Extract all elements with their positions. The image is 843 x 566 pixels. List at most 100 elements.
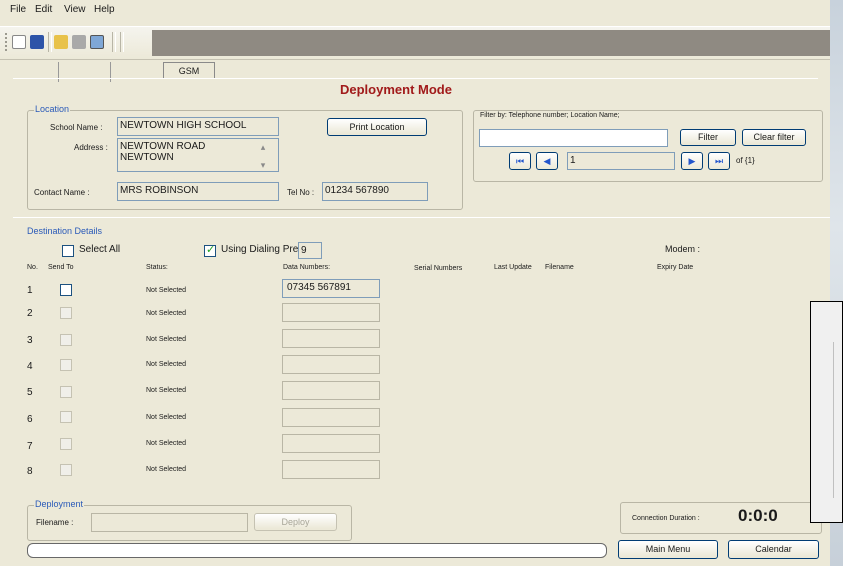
row-status: Not Selected <box>146 336 187 343</box>
row-status: Not Selected <box>146 466 187 473</box>
print-location-button[interactable]: Print Location <box>327 118 427 136</box>
new-file-icon[interactable] <box>12 35 26 49</box>
next-icon: ▶ <box>688 156 696 166</box>
send-to-checkbox[interactable] <box>60 464 72 476</box>
col-no: No. <box>27 264 38 271</box>
check-icon: ✓ <box>206 244 216 256</box>
record-number-field[interactable]: 1 <box>567 152 675 170</box>
tel-no-field[interactable]: 01234 567890 <box>322 182 428 201</box>
select-all-label[interactable]: Select All <box>79 244 120 255</box>
contact-name-label: Contact Name : <box>34 188 90 197</box>
toolbar-separator <box>112 32 116 52</box>
data-number-field[interactable] <box>282 355 380 374</box>
print-preview-icon[interactable] <box>90 35 104 49</box>
data-number-field[interactable] <box>282 303 380 322</box>
print-icon[interactable] <box>72 35 86 49</box>
data-number-field[interactable]: 07345 567891 <box>282 279 380 298</box>
open-folder-icon[interactable] <box>54 35 68 49</box>
address-line-2: NEWTOWN <box>120 152 174 163</box>
filter-label: Filter by: Telephone number; Location Na… <box>480 112 620 119</box>
row-number: 6 <box>27 414 33 425</box>
menu-edit[interactable]: Edit <box>35 4 52 15</box>
data-number-field[interactable] <box>282 408 380 427</box>
save-icon[interactable] <box>30 35 44 49</box>
tab-blank-1[interactable] <box>58 62 59 82</box>
col-serial-numbers: Serial Numbers <box>414 265 463 272</box>
tel-no-label: Tel No : <box>287 188 315 197</box>
side-panel <box>810 301 843 523</box>
menu-help[interactable]: Help <box>94 4 115 15</box>
row-number: 8 <box>27 466 33 477</box>
menu-file[interactable]: File <box>10 4 26 15</box>
last-record-button[interactable]: ⏭ <box>708 152 730 170</box>
clear-filter-button[interactable]: Clear filter <box>742 129 806 146</box>
previous-icon: ◀ <box>543 156 551 166</box>
address-label: Address : <box>74 143 108 152</box>
calendar-button[interactable]: Calendar <box>728 540 819 559</box>
page-title: Deployment Mode <box>340 82 452 97</box>
select-all-checkbox[interactable] <box>62 245 74 257</box>
section-divider <box>13 217 830 218</box>
destination-legend: Destination Details <box>26 226 104 236</box>
filter-button[interactable]: Filter <box>680 129 736 146</box>
tab-divider <box>13 78 818 79</box>
toolbar-empty-area <box>152 30 830 56</box>
filter-input[interactable] <box>479 129 668 147</box>
toolbar-grip <box>5 33 9 51</box>
scroll-down-icon[interactable]: ▾ <box>256 159 270 171</box>
row-status: Not Selected <box>146 414 187 421</box>
col-expiry-date: Expiry Date <box>657 264 694 271</box>
toolbar-separator <box>48 32 52 52</box>
toolbar-separator <box>120 32 124 52</box>
row-number: 7 <box>27 441 33 452</box>
col-filename: Filename <box>545 264 574 271</box>
send-to-checkbox[interactable] <box>60 411 72 423</box>
send-to-checkbox[interactable] <box>60 284 72 296</box>
next-record-button[interactable]: ▶ <box>681 152 703 170</box>
scroll-up-icon[interactable]: ▴ <box>256 141 270 153</box>
row-status: Not Selected <box>146 310 187 317</box>
deployment-filename-field[interactable] <box>91 513 248 532</box>
col-send-to: Send To <box>48 264 74 271</box>
send-to-checkbox[interactable] <box>60 386 72 398</box>
data-number-field[interactable] <box>282 460 380 479</box>
record-count: of {1} <box>736 156 755 165</box>
row-number: 1 <box>27 285 33 296</box>
dialing-prefix-field[interactable]: 9 <box>298 242 322 259</box>
row-number: 5 <box>27 387 33 398</box>
send-to-checkbox[interactable] <box>60 438 72 450</box>
col-status: Status: <box>146 264 168 271</box>
last-record-icon: ⏭ <box>714 156 724 166</box>
dialing-prefix-checkbox[interactable]: ✓ <box>204 244 216 257</box>
previous-record-button[interactable]: ◀ <box>536 152 558 170</box>
data-number-field[interactable] <box>282 434 380 453</box>
send-to-checkbox[interactable] <box>60 307 72 319</box>
address-line-1: NEWTOWN ROAD <box>120 141 206 152</box>
filename-label: Filename : <box>36 518 74 527</box>
tab-gsm[interactable]: GSM <box>163 62 215 79</box>
modem-label: Modem : <box>665 244 701 254</box>
data-number-field[interactable] <box>282 329 380 348</box>
deploy-button[interactable]: Deploy <box>254 513 337 531</box>
school-name-field[interactable]: NEWTOWN HIGH SCHOOL <box>117 117 279 136</box>
first-record-button[interactable]: ⏮ <box>509 152 531 170</box>
tab-blank-2[interactable] <box>110 62 111 82</box>
connection-duration-label: Connection Duration : <box>632 515 700 522</box>
col-last-update: Last Update <box>494 264 532 271</box>
first-record-icon: ⏮ <box>515 156 525 166</box>
send-to-checkbox[interactable] <box>60 359 72 371</box>
row-status: Not Selected <box>146 287 187 294</box>
row-status: Not Selected <box>146 440 187 447</box>
row-status: Not Selected <box>146 361 187 368</box>
app-window: File Edit View Help GSM Deployment Mode … <box>0 0 830 566</box>
deployment-legend: Deployment <box>34 499 85 509</box>
school-name-label: School Name : <box>50 123 103 132</box>
address-field[interactable]: NEWTOWN ROAD NEWTOWN <box>117 138 279 172</box>
side-panel-divider <box>833 342 842 498</box>
contact-name-field[interactable]: MRS ROBINSON <box>117 182 279 201</box>
row-number: 3 <box>27 335 33 346</box>
send-to-checkbox[interactable] <box>60 334 72 346</box>
main-menu-button[interactable]: Main Menu <box>618 540 718 559</box>
data-number-field[interactable] <box>282 381 380 400</box>
menu-view[interactable]: View <box>64 4 86 15</box>
